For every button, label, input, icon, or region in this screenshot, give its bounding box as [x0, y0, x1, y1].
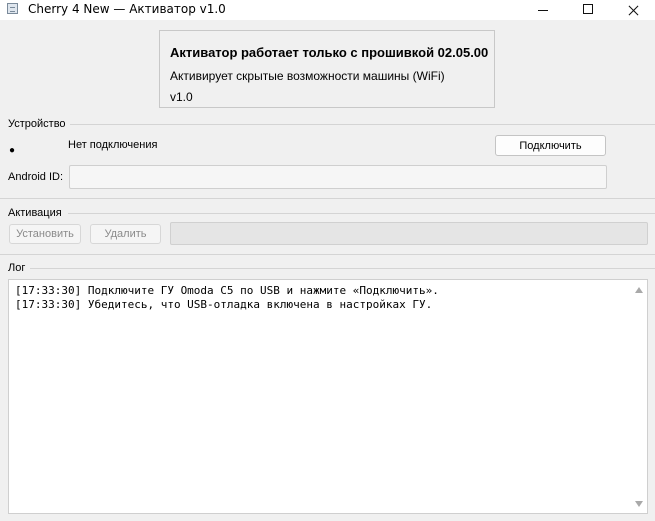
log-text: [17:33:30] Подключите ГУ Omoda C5 по USB…: [15, 284, 439, 312]
activation-section-label: Активация: [8, 207, 62, 219]
activation-progress-bar: [170, 222, 648, 245]
activation-section-divider: [68, 213, 655, 214]
maximize-button[interactable]: [565, 0, 611, 20]
app-window-icon: [7, 3, 18, 14]
minimize-button[interactable]: [520, 0, 566, 20]
scroll-up-arrow-icon[interactable]: [635, 287, 643, 293]
info-heading: Активатор работает только с прошивкой 02…: [170, 45, 489, 60]
window-title: Cherry 4 New — Активатор v1.0: [28, 2, 226, 16]
log-section-label: Лог: [8, 262, 26, 274]
connect-button[interactable]: Подключить: [495, 135, 606, 156]
device-section-divider: [70, 124, 655, 125]
device-section-label: Устройство: [8, 118, 66, 130]
log-line: [17:33:30] Убедитесь, что USB-отладка вк…: [15, 298, 433, 311]
remove-button[interactable]: Удалить: [90, 224, 161, 244]
close-button[interactable]: [610, 0, 655, 20]
divider: [0, 198, 655, 199]
android-id-field[interactable]: [69, 165, 607, 189]
info-version: v1.0: [170, 90, 193, 104]
log-output[interactable]: [17:33:30] Подключите ГУ Omoda C5 по USB…: [8, 279, 648, 514]
status-indicator-icon: ●: [9, 145, 16, 156]
info-panel: Активатор работает только с прошивкой 02…: [159, 30, 495, 108]
connection-status: Нет подключения: [68, 139, 158, 151]
log-line: [17:33:30] Подключите ГУ Omoda C5 по USB…: [15, 284, 439, 297]
scroll-down-arrow-icon[interactable]: [635, 501, 643, 507]
log-section-divider: [30, 268, 655, 269]
android-id-label: Android ID:: [8, 171, 64, 183]
title-bar: Cherry 4 New — Активатор v1.0: [0, 0, 655, 20]
install-button[interactable]: Установить: [9, 224, 81, 244]
info-subtitle: Активирует скрытые возможности машины (W…: [170, 69, 445, 83]
divider: [0, 254, 655, 255]
